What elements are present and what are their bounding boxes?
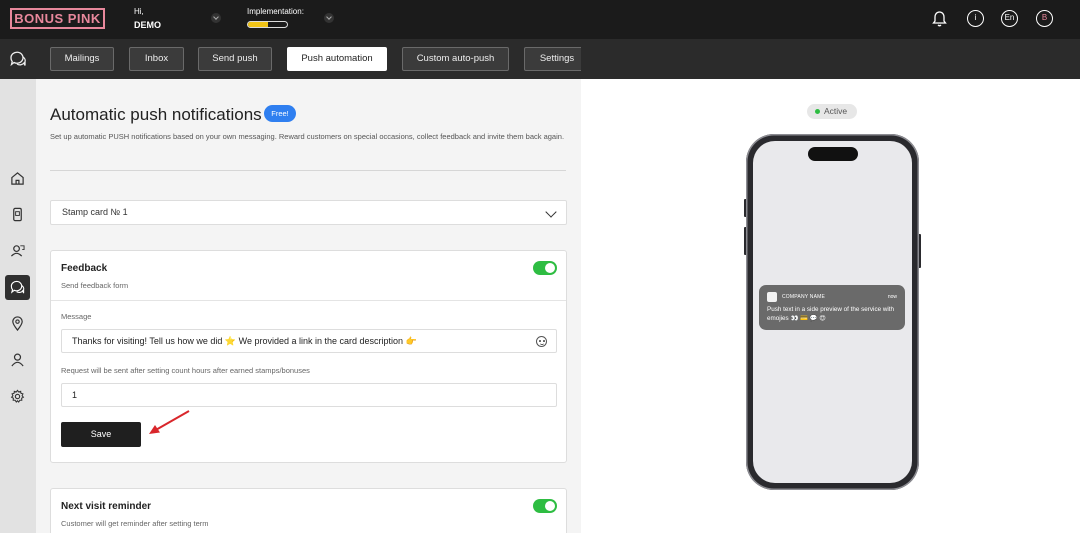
section-nav: Mailings Inbox Send push Push automation… [0,39,590,79]
divider [50,170,566,171]
push-preview-panel: Active COMPANY NAME now Push text in a s… [581,79,1080,533]
feedback-subtitle: Send feedback form [61,281,129,290]
tab-mailings[interactable]: Mailings [50,47,114,71]
top-bar: BONUS PINK Hi, DEMO Implementation: i En… [0,0,1080,39]
reminder-toggle[interactable] [533,499,557,513]
account-chevron-down-icon[interactable] [211,13,221,23]
notification-text: Push text in a side preview of the servi… [767,306,895,322]
feedback-card: Feedback Send feedback form Message Than… [50,250,567,463]
tab-push-automation[interactable]: Push automation [287,47,387,71]
dynamic-island [808,147,858,161]
push-notification-preview: COMPANY NAME now Push text in a side pre… [759,285,905,330]
language-switch[interactable]: En [1001,10,1018,27]
implementation-chevron-down-icon[interactable] [324,13,334,23]
notification-company: COMPANY NAME [782,294,826,300]
phone-mockup: COMPANY NAME now Push text in a side pre… [746,134,919,490]
chevron-down-icon [545,206,557,218]
message-input-value: Thanks for visiting! Tell us how we did … [72,336,417,346]
status-badge: Active [807,104,857,119]
page-subtitle: Set up automatic PUSH notifications base… [50,132,565,141]
main-content: Automatic push notifications Free! Set u… [36,79,581,533]
gear-icon[interactable] [5,384,30,409]
implementation-progress-bar [247,21,288,28]
free-badge: Free! [264,105,296,122]
implementation-label: Implementation: [247,7,304,16]
section-nav-filler [581,39,1080,79]
reminder-card: Next visit reminder Customer will get re… [50,488,567,533]
location-icon[interactable] [5,311,30,336]
stamp-card-select[interactable]: Stamp card № 1 [50,200,567,225]
stamp-card-select-value: Stamp card № 1 [62,207,128,217]
reminder-subtitle: Customer will get reminder after setting… [61,519,209,528]
user-name: DEMO [134,20,161,30]
delay-hours-input[interactable]: 1 [61,383,557,407]
left-sidebar [0,79,36,533]
save-button[interactable]: Save [61,422,141,447]
annotation-arrow [149,410,190,434]
message-label: Message [61,312,92,321]
emoji-picker-icon[interactable] [536,336,547,347]
notification-time: now [887,294,897,300]
reminder-title: Next visit reminder [61,501,152,512]
implementation-progress-fill [248,22,268,27]
brand-logo[interactable]: BONUS PINK [10,8,105,29]
tab-inbox[interactable]: Inbox [129,47,184,71]
info-icon[interactable]: i [967,10,984,27]
user-icon[interactable] [5,347,30,372]
app-icon [767,292,777,302]
avatar[interactable]: B [1036,10,1053,27]
user-greeting[interactable]: Hi, DEMO [134,7,161,30]
page-title: Automatic push notifications [50,105,262,124]
chat-icon[interactable] [5,275,30,300]
card-divider [51,300,566,301]
tab-send-push[interactable]: Send push [198,47,272,71]
bell-icon[interactable] [931,10,948,28]
phone-card-icon[interactable] [5,202,30,227]
delay-label: Request will be sent after setting count… [61,366,310,375]
home-icon[interactable] [5,166,30,191]
users-chat-icon[interactable] [5,238,30,263]
tab-custom-auto-push[interactable]: Custom auto-push [402,47,509,71]
messages-section-icon [9,50,27,68]
feedback-toggle[interactable] [533,261,557,275]
message-input[interactable]: Thanks for visiting! Tell us how we did … [61,329,557,353]
feedback-title: Feedback [61,263,108,274]
greeting-text: Hi, [134,7,144,16]
